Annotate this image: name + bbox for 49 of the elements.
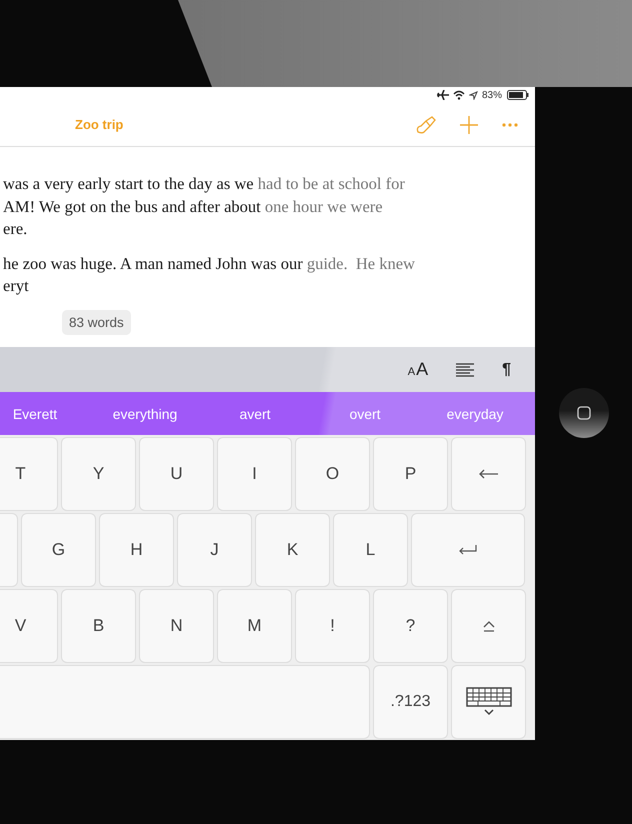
suggestion[interactable]: Everett xyxy=(0,392,90,435)
letter-key[interactable]: I xyxy=(217,437,292,511)
letter-key[interactable]: ! xyxy=(295,589,370,663)
square-icon xyxy=(576,406,590,420)
letter-key[interactable]: K xyxy=(255,513,330,587)
word-count: 83 words xyxy=(62,310,131,334)
hide-keyboard-key[interactable] xyxy=(451,665,526,739)
document-title: Zoo trip xyxy=(75,117,124,132)
wifi-icon xyxy=(452,90,465,100)
location-icon xyxy=(468,90,478,100)
add-icon[interactable] xyxy=(459,114,479,134)
letter-key[interactable]: H xyxy=(99,513,174,587)
backspace-key[interactable] xyxy=(451,437,526,511)
letter-key[interactable]: B xyxy=(61,589,136,663)
space-key[interactable] xyxy=(0,665,370,739)
letter-key[interactable]: J xyxy=(177,513,252,587)
suggestion[interactable]: avert xyxy=(200,392,310,435)
backspace-icon xyxy=(478,469,498,479)
battery-percent: 83% xyxy=(482,90,502,100)
text-line: was a very early start to the day as we had to be at school for xyxy=(3,173,406,195)
text-line: ere. xyxy=(3,218,28,240)
letter-key[interactable]: T xyxy=(0,437,58,511)
symbols-key[interactable]: .?123 xyxy=(373,665,448,739)
brush-icon[interactable] xyxy=(415,114,437,134)
letter-key[interactable]: L xyxy=(333,513,408,587)
text-size-button[interactable]: AA xyxy=(408,359,428,380)
battery-icon xyxy=(507,90,529,100)
letter-key[interactable]: U xyxy=(139,437,214,511)
text-line: he zoo was huge. A man named John was our guide. He knew xyxy=(3,252,416,275)
letter-key[interactable]: O xyxy=(295,437,370,511)
more-icon[interactable] xyxy=(501,122,519,128)
airplane-icon xyxy=(436,90,449,100)
letter-key[interactable]: P xyxy=(373,437,448,511)
letter-key[interactable]: V xyxy=(0,589,58,663)
suggestion[interactable]: everything xyxy=(90,392,200,435)
letter-key[interactable]: G xyxy=(21,513,96,587)
letter-key[interactable]: Y xyxy=(61,437,136,511)
text-line: eryt xyxy=(3,275,30,297)
letter-key[interactable]: M xyxy=(217,589,292,663)
shift-icon xyxy=(482,620,496,632)
text-line: AM! We got on the bus and after about one hour we were xyxy=(3,196,384,218)
letter-key[interactable]: ? xyxy=(373,589,448,663)
home-button[interactable] xyxy=(558,388,608,438)
return-icon xyxy=(459,545,477,555)
paragraph-button[interactable]: ¶ xyxy=(502,360,511,378)
align-left-icon[interactable] xyxy=(456,362,474,376)
return-key[interactable] xyxy=(411,513,525,587)
keyboard-hide-icon xyxy=(466,687,512,717)
letter-key[interactable]: N xyxy=(139,589,214,663)
